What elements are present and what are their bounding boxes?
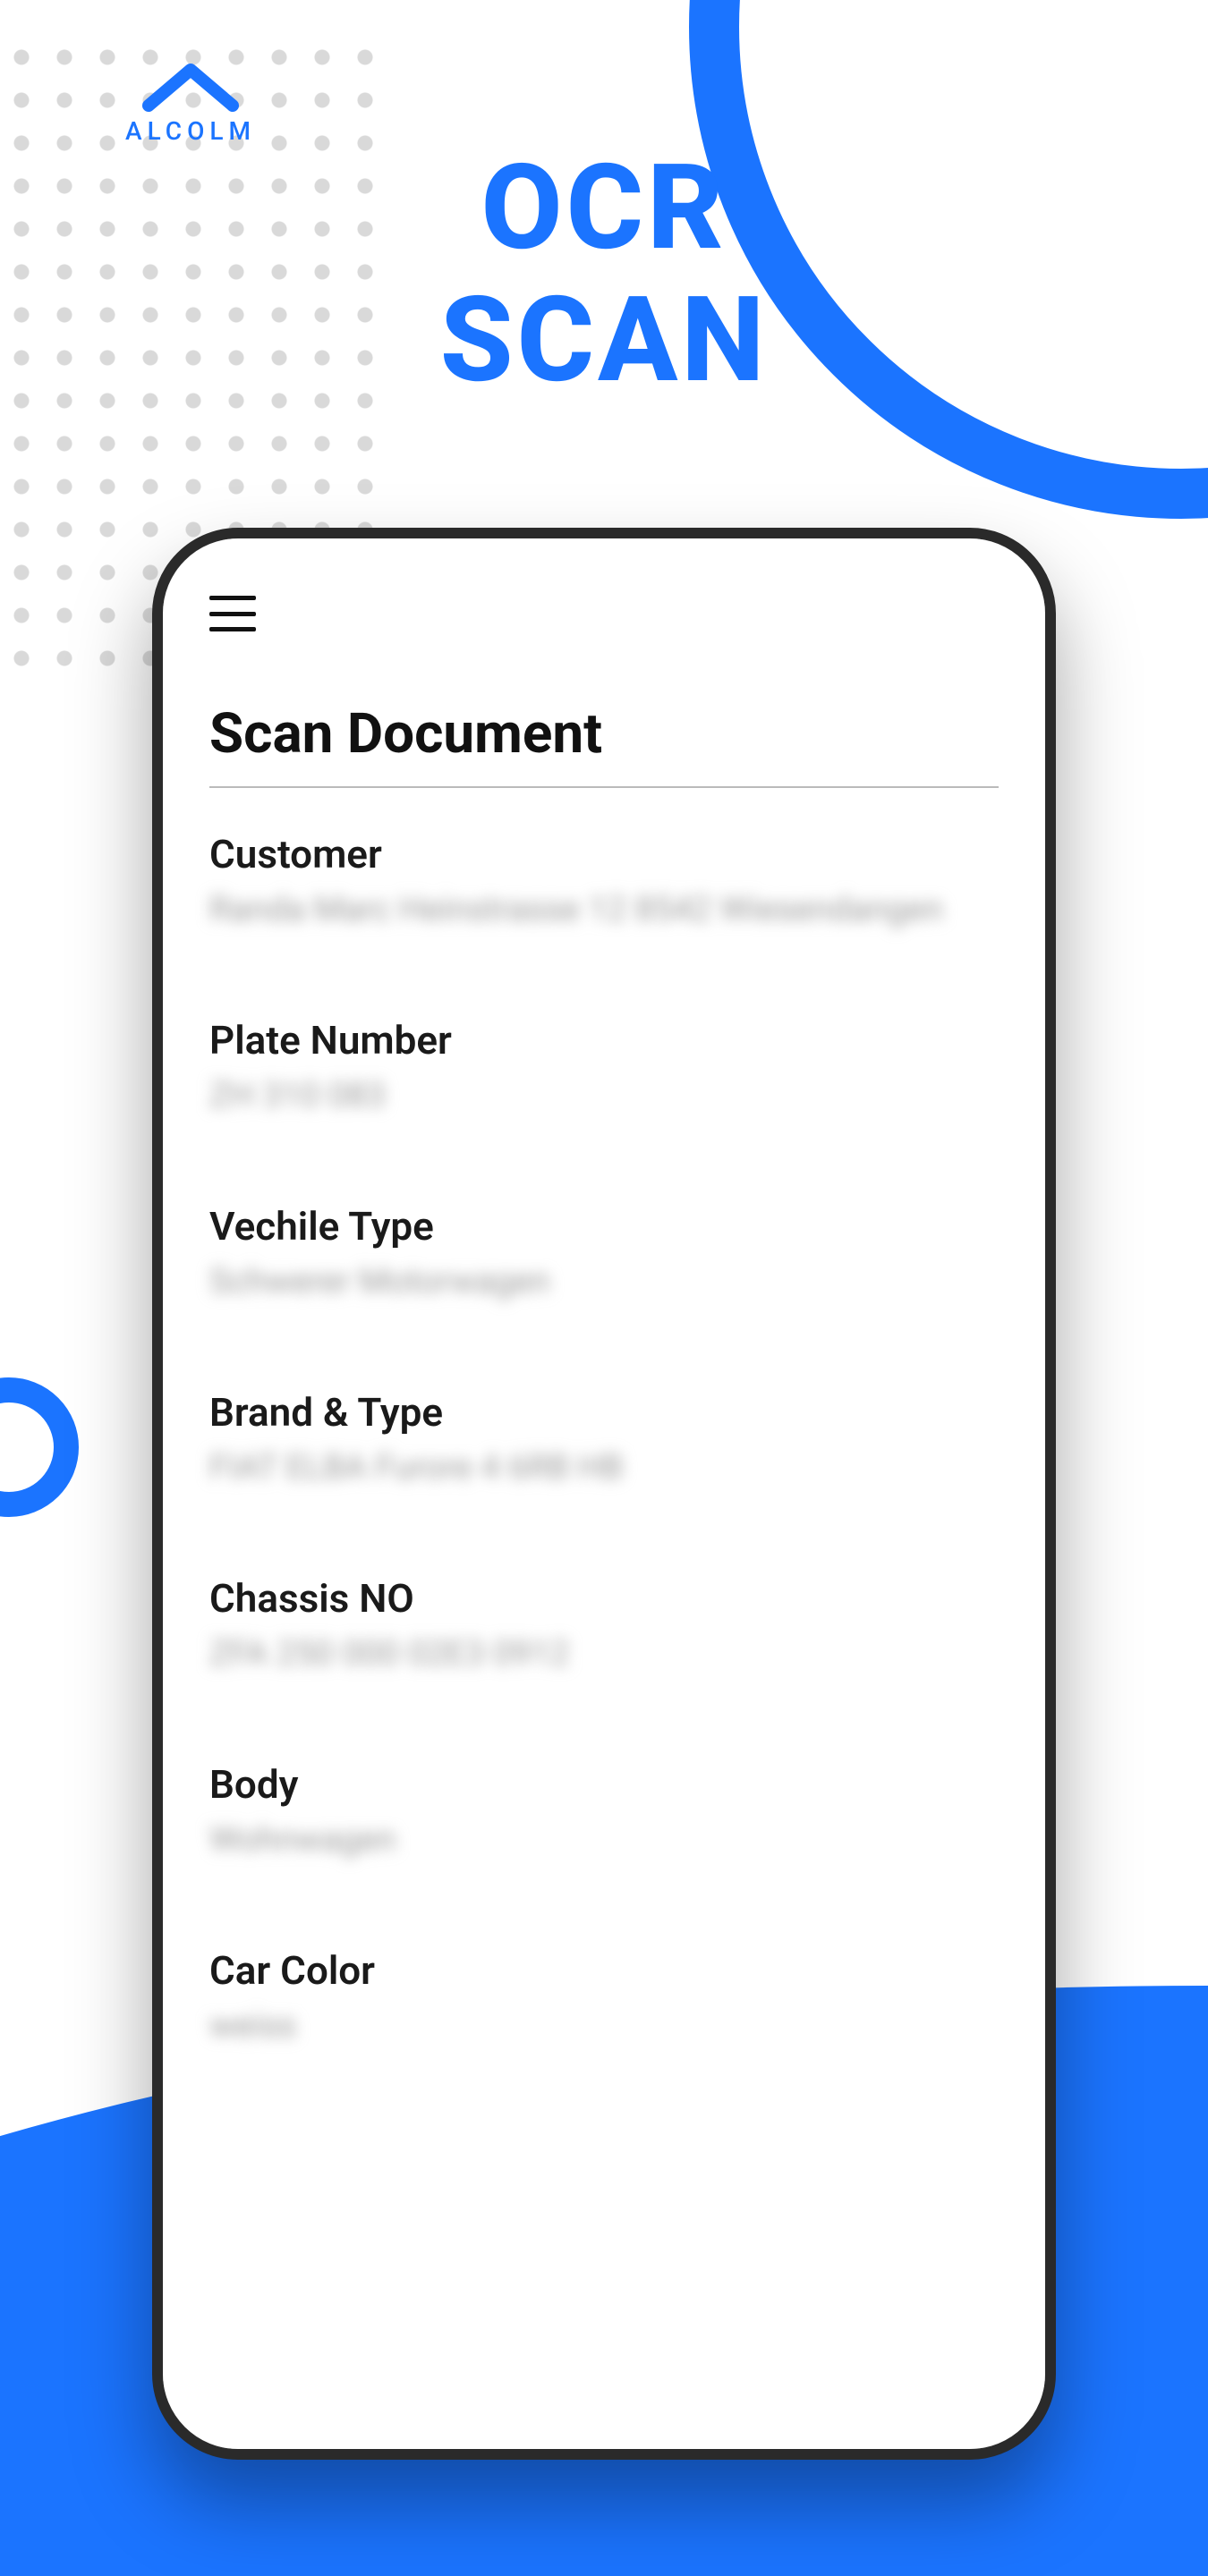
field-value: weiss: [209, 2006, 999, 2046]
brand-logo: ALCOLM: [125, 63, 256, 146]
field-label: Plate Number: [209, 1017, 999, 1063]
field-vehicle-type: Vechile Type Schwerer Motorwagen: [209, 1203, 999, 1301]
phone-mockup: Scan Document Customer Randa Marc Heinst…: [152, 528, 1056, 2460]
field-value: Randa Marc Heinstrasse 12 8542 Wiesendan…: [209, 890, 999, 929]
field-customer: Customer Randa Marc Heinstrasse 12 8542 …: [209, 831, 999, 929]
field-value: ZFA 250 000 02E3 0912: [209, 1634, 999, 1674]
phone-side-button-2: [152, 1665, 156, 1916]
field-label: Vechile Type: [209, 1203, 999, 1250]
brand-name: ALCOLM: [125, 116, 256, 146]
decorative-ring-left: [0, 1377, 79, 1517]
field-value: Wohnwagen: [209, 1820, 999, 1860]
field-label: Car Color: [209, 1947, 999, 1994]
app-screen: Scan Document Customer Randa Marc Heinst…: [163, 538, 1045, 2449]
phone-side-button-1: [152, 1460, 156, 1594]
field-label: Body: [209, 1761, 999, 1808]
field-value: Schwerer Motorwagen: [209, 1262, 999, 1301]
field-chassis-no: Chassis NO ZFA 250 000 02E3 0912: [209, 1575, 999, 1674]
page-title: Scan Document: [209, 701, 999, 788]
field-plate-number: Plate Number ZH 310 083: [209, 1017, 999, 1115]
hamburger-menu-icon[interactable]: [209, 596, 256, 631]
promo-title: OCR SCAN: [0, 143, 1208, 408]
logo-chevron-icon: [141, 63, 240, 113]
field-brand-type: Brand & Type FIAT ELBA Furore 4 6RB HB: [209, 1389, 999, 1487]
field-value: ZH 310 083: [209, 1076, 999, 1115]
field-car-color: Car Color weiss: [209, 1947, 999, 2046]
field-label: Customer: [209, 831, 999, 877]
field-body: Body Wohnwagen: [209, 1761, 999, 1860]
field-label: Chassis NO: [209, 1575, 999, 1622]
field-value: FIAT ELBA Furore 4 6RB HB: [209, 1448, 999, 1487]
field-label: Brand & Type: [209, 1389, 999, 1436]
